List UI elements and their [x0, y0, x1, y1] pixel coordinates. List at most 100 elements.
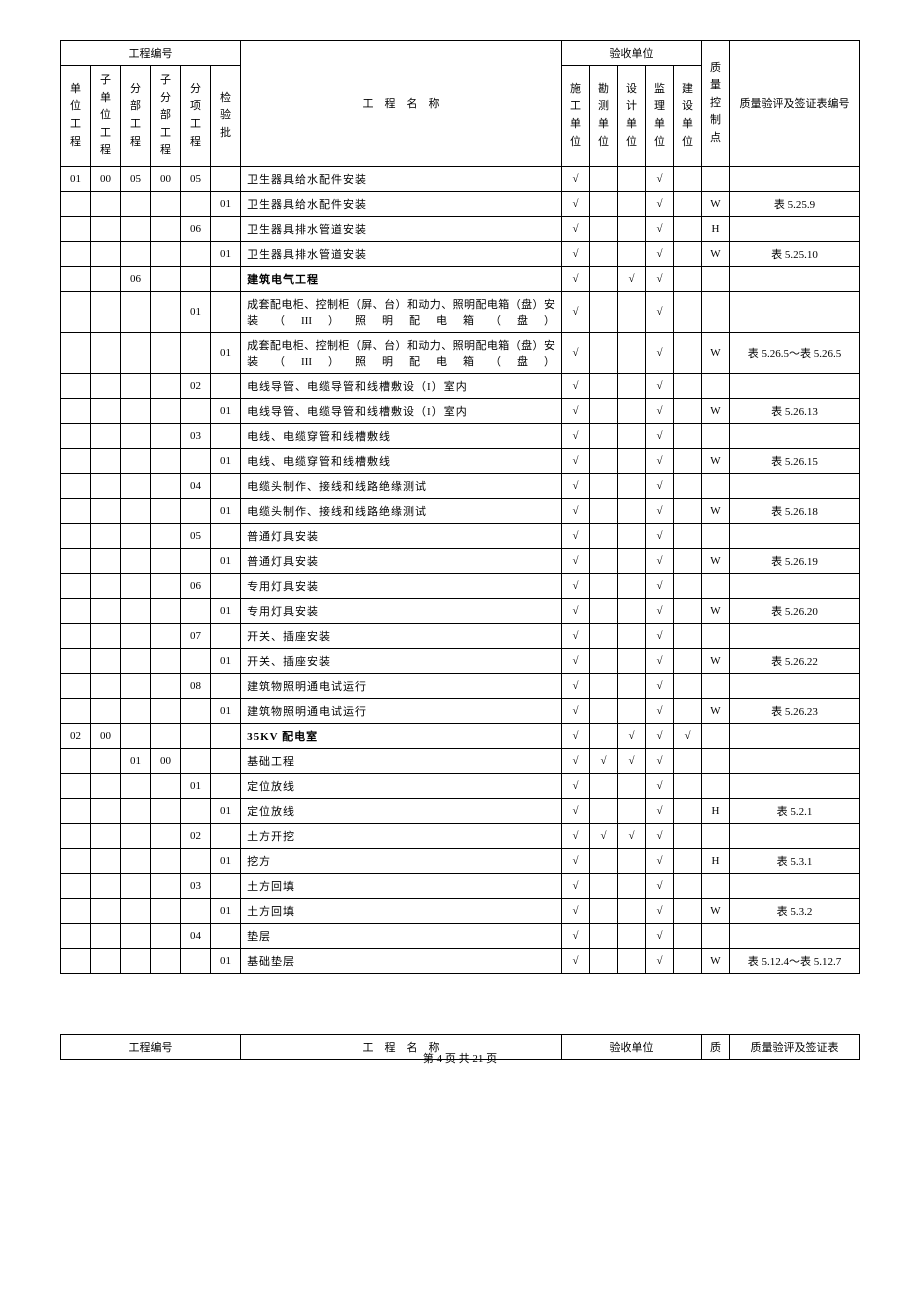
table-row: 01普通灯具安装√√W表 5.26.19 — [61, 548, 860, 573]
accept-col-3: √ — [645, 948, 673, 973]
code-item: 02 — [181, 373, 211, 398]
code-item — [181, 332, 211, 373]
proj-name-cell: 卫生器具排水管道安装 — [241, 241, 562, 266]
code-unit — [61, 241, 91, 266]
accept-col-2 — [617, 548, 645, 573]
table-row: 0100050005卫生器具给水配件安装√√ — [61, 166, 860, 191]
accept-col-1 — [589, 266, 617, 291]
accept-col-2 — [617, 573, 645, 598]
code-item — [181, 266, 211, 291]
accept-col-2 — [617, 498, 645, 523]
accept-col-3: √ — [645, 523, 673, 548]
table-row: 020035KV 配电室√√√√ — [61, 723, 860, 748]
code-batch — [211, 523, 241, 548]
accept-col-1 — [589, 498, 617, 523]
accept-col-0: √ — [561, 698, 589, 723]
code-subunit — [91, 448, 121, 473]
accept-col-2 — [617, 773, 645, 798]
hdr-group-proj-num: 工程编号 — [61, 41, 241, 66]
accept-col-4 — [673, 898, 701, 923]
proj-name-cell: 电缆头制作、接线和线路绝缘测试 — [241, 498, 562, 523]
code-unit — [61, 798, 91, 823]
qc-point-cell: W — [702, 548, 730, 573]
qc-point-cell — [702, 723, 730, 748]
accept-col-1 — [589, 898, 617, 923]
accept-col-0: √ — [561, 548, 589, 573]
accept-col-4 — [673, 191, 701, 216]
accept-col-0: √ — [561, 423, 589, 448]
hdr-inspect-batch: 检验批 — [211, 66, 241, 167]
code-division — [121, 623, 151, 648]
accept-col-4 — [673, 873, 701, 898]
form-no-cell — [730, 423, 860, 448]
hdr-sub-unit-proj: 子单位工程 — [91, 66, 121, 167]
code-batch — [211, 291, 241, 332]
form-no-cell: 表 5.26.13 — [730, 398, 860, 423]
accept-col-2 — [617, 373, 645, 398]
code-item — [181, 898, 211, 923]
hdr-construction-unit: 施工单位 — [561, 66, 589, 167]
code-batch: 01 — [211, 898, 241, 923]
code-subdivision: 00 — [151, 748, 181, 773]
code-subdivision — [151, 898, 181, 923]
accept-col-0: √ — [561, 448, 589, 473]
table-row: 01基础垫层√√W表 5.12.4～表 5.12.7 — [61, 948, 860, 973]
form-no-cell — [730, 473, 860, 498]
code-batch: 01 — [211, 698, 241, 723]
table-row: 04电缆头制作、接线和线路绝缘测试√√ — [61, 473, 860, 498]
code-item: 03 — [181, 423, 211, 448]
form-no-cell: 表 5.26.20 — [730, 598, 860, 623]
code-subunit — [91, 291, 121, 332]
code-batch: 01 — [211, 191, 241, 216]
code-unit — [61, 191, 91, 216]
accept-col-2 — [617, 798, 645, 823]
accept-col-3: √ — [645, 823, 673, 848]
accept-col-4 — [673, 241, 701, 266]
table-row: 07开关、插座安装√√ — [61, 623, 860, 648]
proj-name-cell: 卫生器具给水配件安装 — [241, 191, 562, 216]
accept-col-3: √ — [645, 673, 673, 698]
code-division — [121, 598, 151, 623]
accept-col-4 — [673, 398, 701, 423]
table-body: 0100050005卫生器具给水配件安装√√01卫生器具给水配件安装√√W表 5… — [61, 166, 860, 973]
accept-col-2 — [617, 291, 645, 332]
accept-col-1 — [589, 773, 617, 798]
accept-col-2 — [617, 398, 645, 423]
form-no-cell — [730, 291, 860, 332]
form-no-cell — [730, 266, 860, 291]
code-division — [121, 398, 151, 423]
code-unit — [61, 266, 91, 291]
code-subdivision — [151, 498, 181, 523]
code-division — [121, 798, 151, 823]
code-division — [121, 698, 151, 723]
code-batch: 01 — [211, 448, 241, 473]
accept-col-4 — [673, 332, 701, 373]
code-division — [121, 241, 151, 266]
accept-col-1 — [589, 723, 617, 748]
code-batch: 01 — [211, 241, 241, 266]
code-subdivision — [151, 623, 181, 648]
code-subdivision — [151, 448, 181, 473]
code-subdivision — [151, 573, 181, 598]
code-division — [121, 498, 151, 523]
accept-col-4 — [673, 448, 701, 473]
accept-col-2 — [617, 191, 645, 216]
accept-col-2 — [617, 948, 645, 973]
accept-col-4 — [673, 291, 701, 332]
accept-col-2 — [617, 598, 645, 623]
code-division — [121, 723, 151, 748]
accept-col-0: √ — [561, 598, 589, 623]
accept-col-0: √ — [561, 798, 589, 823]
form-no-cell: 表 5.2.1 — [730, 798, 860, 823]
accept-col-2 — [617, 873, 645, 898]
code-division — [121, 216, 151, 241]
accept-col-2 — [617, 423, 645, 448]
code-subdivision — [151, 848, 181, 873]
accept-col-2 — [617, 923, 645, 948]
code-subdivision — [151, 523, 181, 548]
code-item — [181, 748, 211, 773]
table-row: 03土方回填√√ — [61, 873, 860, 898]
accept-col-4 — [673, 523, 701, 548]
accept-col-1 — [589, 473, 617, 498]
accept-col-1 — [589, 291, 617, 332]
